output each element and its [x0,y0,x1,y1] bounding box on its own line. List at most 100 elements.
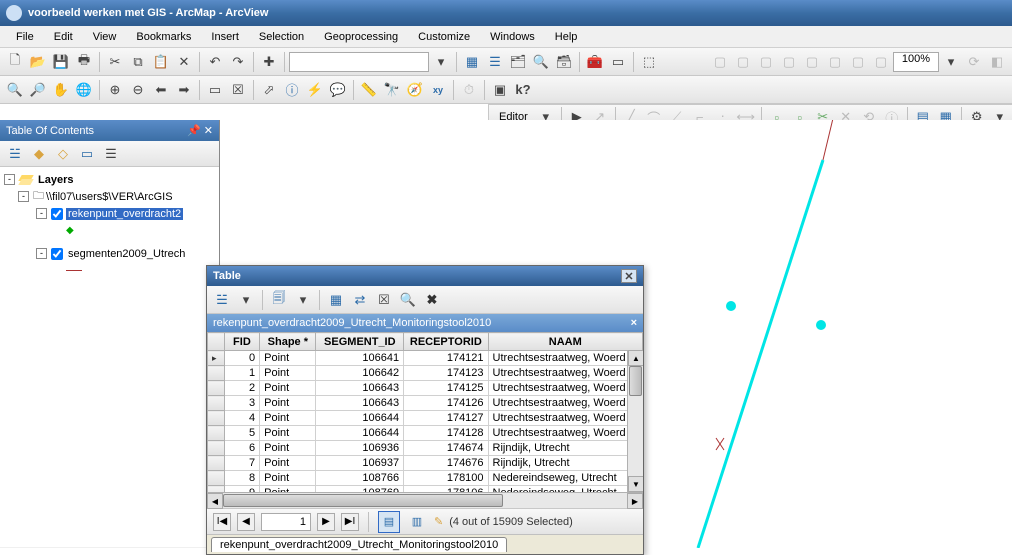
select-by-attributes-icon[interactable]: ▦ [325,289,347,311]
toc-icon[interactable]: ☰ [484,51,506,73]
col-shape[interactable]: Shape * [260,333,316,351]
zoom-dropdown-icon[interactable]: ▾ [940,51,962,73]
zoom-out-icon[interactable]: 🔎 [27,79,49,101]
menu-customize[interactable]: Customize [408,29,480,45]
first-record-icon[interactable]: I◀ [213,513,231,531]
col-fid[interactable]: FID [224,333,259,351]
vertical-scrollbar[interactable]: ▲ ▼ [627,350,643,492]
python-icon[interactable]: ▭ [607,51,629,73]
toolbox-icon[interactable]: 🧰 [584,51,606,73]
layout-100-icon[interactable]: ▢ [824,51,846,73]
add-data-icon[interactable]: ✚ [258,51,280,73]
hyperlink-icon[interactable]: ⚡ [304,79,326,101]
time-slider-icon[interactable]: ⏱ [458,79,480,101]
tree-collapse-icon[interactable]: - [4,174,15,185]
copy-icon[interactable]: ⧉ [127,51,149,73]
zoom-in-icon[interactable]: 🔍 [4,79,26,101]
delete-icon[interactable]: ✕ [173,51,195,73]
menu-windows[interactable]: Windows [480,29,545,45]
row-header[interactable] [208,411,225,426]
tree-collapse-icon[interactable]: - [36,208,47,219]
toc-pin-icon[interactable]: 📌 ✕ [187,124,213,137]
layer-visibility-checkbox[interactable] [51,248,63,260]
show-selected-records-icon[interactable]: ▥ [406,511,428,533]
list-by-source-icon[interactable]: ◆ [28,143,50,165]
zoom-selected-icon[interactable]: 🔍 [397,289,419,311]
arccatalog-icon[interactable]: 🗃 [553,51,575,73]
scroll-down-icon[interactable]: ▼ [628,476,643,492]
layout-back-icon[interactable]: ▢ [847,51,869,73]
select-features-icon[interactable]: ▭ [204,79,226,101]
row-header[interactable] [208,396,225,411]
tree-collapse-icon[interactable]: - [18,191,29,202]
undo-icon[interactable]: ↶ [204,51,226,73]
col-receptorid[interactable]: RECEPTORID [404,333,488,351]
row-header[interactable] [208,426,225,441]
goto-xy-icon[interactable]: xy [427,79,449,101]
html-popup-icon[interactable]: 💬 [327,79,349,101]
menu-insert[interactable]: Insert [201,29,249,45]
row-header[interactable] [208,471,225,486]
last-record-icon[interactable]: ▶I [341,513,359,531]
tree-collapse-icon[interactable]: - [36,248,47,259]
create-viewer-icon[interactable]: ▣ [489,79,511,101]
layout-pan-icon[interactable]: ▢ [778,51,800,73]
pan-icon[interactable]: ✋ [50,79,72,101]
menu-bookmarks[interactable]: Bookmarks [126,29,201,45]
prev-record-icon[interactable]: ◀ [237,513,255,531]
zoom-input[interactable]: 100% [893,52,939,72]
next-record-icon[interactable]: ▶ [317,513,335,531]
table-row[interactable]: 2 Point 106643 174125 Utrechtsestraatweg… [208,381,643,396]
refresh-icon[interactable]: ⟳ [963,51,985,73]
table-row[interactable]: 0 Point 106641 174121 Utrechtsestraatweg… [208,351,643,366]
table-row[interactable]: 7 Point 106937 174676 Rijndijk, Utrecht [208,456,643,471]
modelbuilder-icon[interactable]: ⬚ [638,51,660,73]
save-icon[interactable]: 💾 [50,51,72,73]
list-by-drawing-icon[interactable]: ☱ [4,143,26,165]
search-icon[interactable]: 🔍 [530,51,552,73]
new-icon[interactable]: 🗋 [4,51,26,73]
scroll-thumb[interactable] [629,366,642,396]
row-header[interactable] [208,366,225,381]
show-all-records-icon[interactable]: ▤ [378,511,400,533]
layout-zoom-out-icon[interactable]: ▢ [755,51,777,73]
back-extent-icon[interactable]: ⬅ [150,79,172,101]
find-icon[interactable]: 🔭 [381,79,403,101]
fixed-zoom-in-icon[interactable]: ⊕ [104,79,126,101]
col-segment-id[interactable]: SEGMENT_ID [316,333,404,351]
select-elements-icon[interactable]: ⬀ [258,79,280,101]
delete-selected-icon[interactable]: ✖ [421,289,443,311]
scroll-right-icon[interactable]: ▶ [627,493,643,509]
catalog-icon[interactable]: 🗂 [507,51,529,73]
related-dropdown-icon[interactable]: ▾ [292,289,314,311]
tree-root[interactable]: Layers [36,174,75,186]
table-row[interactable]: 4 Point 106644 174127 Utrechtsestraatweg… [208,411,643,426]
redo-icon[interactable]: ↷ [227,51,249,73]
layer-rekenpunt[interactable]: rekenpunt_overdracht2 [66,208,183,220]
full-extent-icon[interactable]: 🌐 [73,79,95,101]
print-icon[interactable]: 🖶 [73,51,95,73]
identify-icon[interactable]: ⓘ [281,79,303,101]
table-row[interactable]: 3 Point 106643 174126 Utrechtsestraatweg… [208,396,643,411]
table-row[interactable]: 1 Point 106642 174123 Utrechtsestraatweg… [208,366,643,381]
paste-icon[interactable]: 📋 [150,51,172,73]
tree-datasource[interactable]: \\fil07\users$\VER\ArcGIS [44,191,175,203]
menu-view[interactable]: View [83,29,127,45]
layout-fwd-icon[interactable]: ▢ [870,51,892,73]
find-route-icon[interactable]: 🧭 [404,79,426,101]
related-tables-icon[interactable]: 🗐 [268,289,290,311]
menu-geoprocessing[interactable]: Geoprocessing [314,29,408,45]
table-tab[interactable]: rekenpunt_overdracht2009_Utrecht_Monitor… [211,537,507,552]
row-header-corner[interactable] [208,333,225,351]
fwd-extent-icon[interactable]: ➡ [173,79,195,101]
cut-icon[interactable]: ✂ [104,51,126,73]
record-number-input[interactable] [261,513,311,531]
close-icon[interactable]: ✕ [621,269,637,283]
pause-icon[interactable]: ◧ [986,51,1008,73]
fixed-zoom-out-icon[interactable]: ⊖ [127,79,149,101]
clear-selection-icon[interactable]: ☒ [373,289,395,311]
horizontal-scrollbar[interactable]: ◀ ▶ [207,492,643,508]
clear-selection-icon[interactable]: ☒ [227,79,249,101]
options-icon[interactable]: ☰ [100,143,122,165]
row-header[interactable] [208,351,225,366]
